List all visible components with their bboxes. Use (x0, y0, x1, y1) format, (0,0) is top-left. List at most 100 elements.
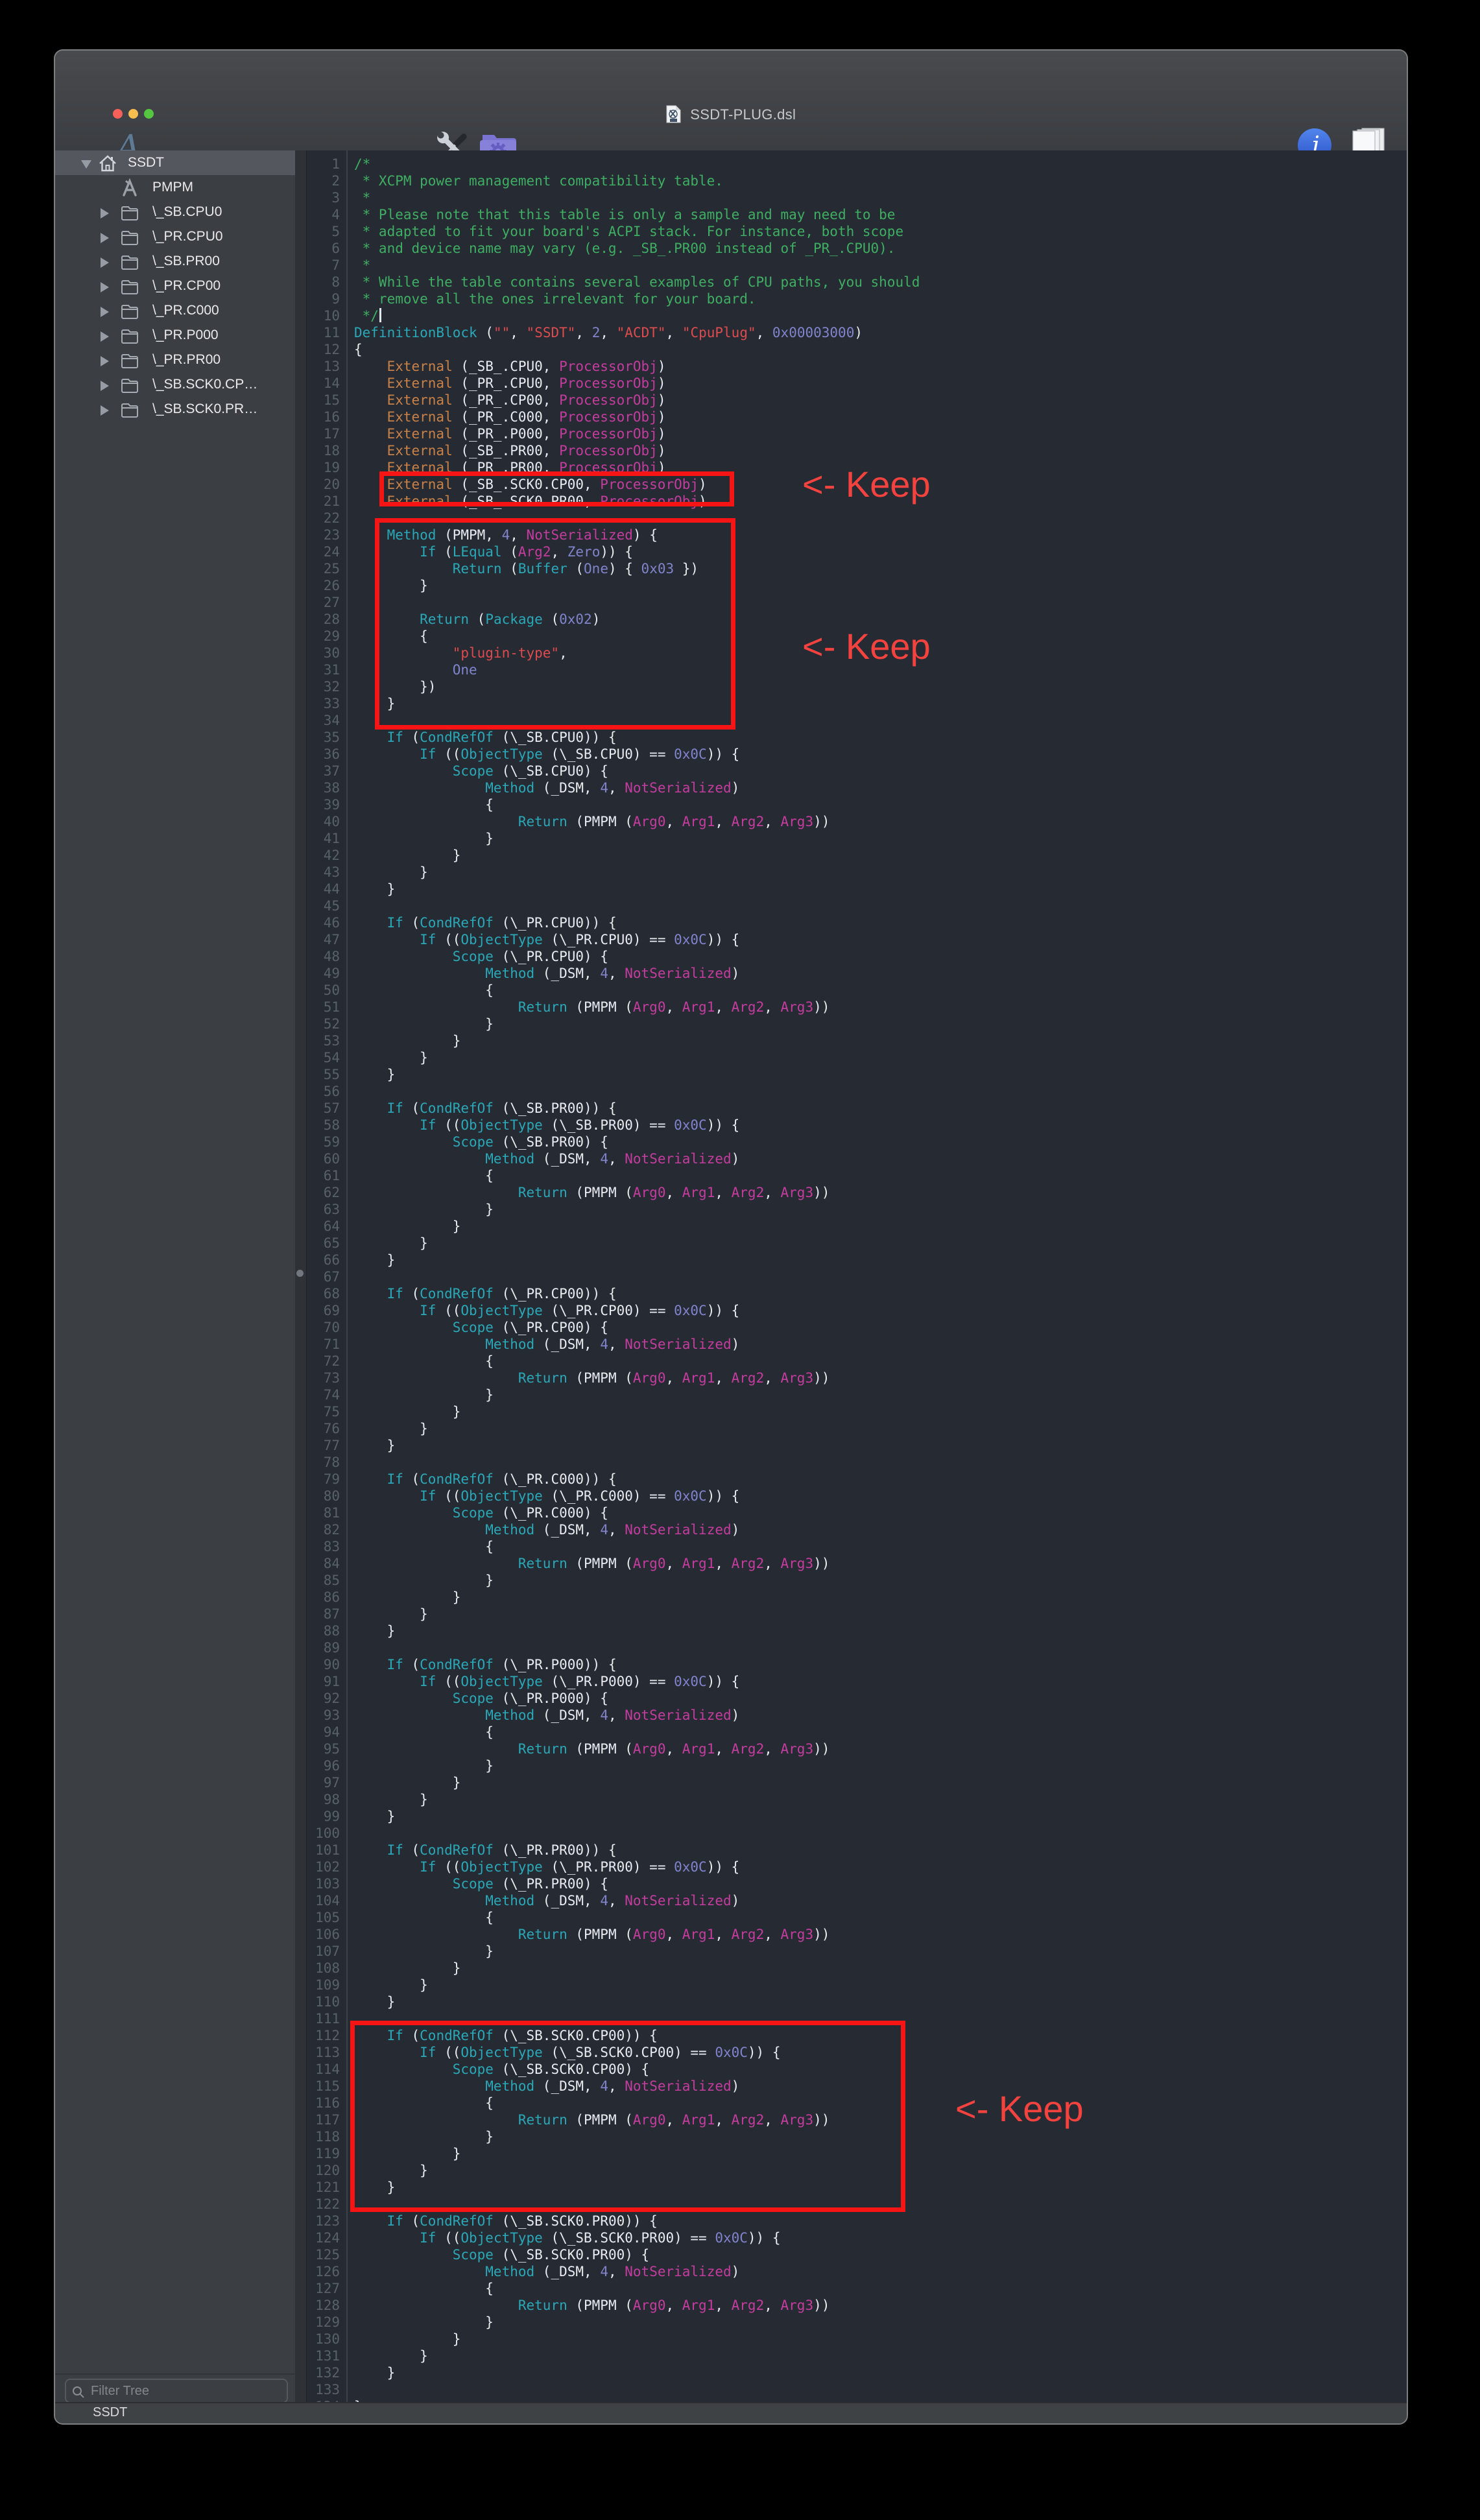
line-number: 38 (307, 779, 346, 796)
line-number: 115 (307, 2078, 346, 2095)
folder-icon (120, 203, 139, 226)
sidebar-item-label: \_PR.CP00 (152, 278, 221, 294)
code-line: } (354, 2128, 920, 2145)
line-number-gutter: 1234567891011121314151617181920212223242… (307, 150, 346, 2415)
code-line: { (354, 1167, 920, 1184)
line-number: 64 (307, 1218, 346, 1235)
line-number: 109 (307, 1977, 346, 1993)
sidebar-item-prp000[interactable]: \_PR.P000 (55, 323, 295, 348)
code-line: Scope (\_PR.C000) { (354, 1504, 920, 1521)
code-line: External (_PR_.CPU0, ProcessorObj) (354, 375, 920, 392)
line-number: 122 (307, 2196, 346, 2213)
sidebar-item-ssdt[interactable]: SSDT (55, 150, 295, 175)
status-path: SSDT (93, 2405, 127, 2419)
chevron-right-icon[interactable] (101, 356, 109, 366)
folder-icon (120, 375, 139, 399)
chevron-right-icon[interactable] (101, 405, 109, 416)
code-line: Method (_DSM, 4, NotSerialized) (354, 1707, 920, 1724)
line-number: 77 (307, 1437, 346, 1454)
sidebar-item-pmpm[interactable]: PMPM (55, 175, 295, 200)
code-line: } (354, 864, 920, 881)
line-number: 101 (307, 1842, 346, 1859)
gutter-separator (346, 150, 348, 2403)
line-number: 22 (307, 510, 346, 527)
navigator-sidebar: SSDT PMPM\_SB.CPU0\_PR.CPU0\_SB.PR00 \_PR.… (55, 150, 295, 2403)
line-number: 103 (307, 1875, 346, 1892)
code-line: If (CondRefOf (\_PR.P000)) { (354, 1656, 920, 1673)
code-line: { (354, 796, 920, 813)
chevron-down-icon[interactable] (81, 160, 91, 169)
divider-handle-icon (296, 1270, 304, 1277)
code-line: Return (Buffer (One) { 0x03 }) (354, 560, 920, 577)
code-line: } (354, 2364, 920, 2381)
line-number: 41 (307, 830, 346, 847)
code-line: External (_SB_.SCK0.CP00, ProcessorObj) (354, 476, 920, 493)
code-line: } (354, 1791, 920, 1808)
code-line: Return (PMPM (Arg0, Arg1, Arg2, Arg3)) (354, 813, 920, 830)
code-line: } (354, 1066, 920, 1083)
code-line: } (354, 1606, 920, 1623)
line-number: 98 (307, 1791, 346, 1808)
code-line: If ((ObjectType (\_SB.CPU0) == 0x0C)) { (354, 746, 920, 763)
line-number: 39 (307, 796, 346, 813)
code-line: Scope (\_PR.CPU0) { (354, 948, 920, 965)
line-number: 102 (307, 1859, 346, 1875)
chevron-right-icon[interactable] (101, 331, 109, 342)
code-line (354, 712, 920, 729)
code-line: } (354, 1218, 920, 1235)
code-line: } (354, 1032, 920, 1049)
chevron-right-icon[interactable] (101, 233, 109, 243)
code-line: Scope (\_PR.P000) { (354, 1690, 920, 1707)
chevron-right-icon[interactable] (101, 208, 109, 219)
code-line: } (354, 1252, 920, 1268)
chevron-right-icon[interactable] (101, 381, 109, 391)
sidebar-item-sbsck0cp[interactable]: \_SB.SCK0.CP… (55, 372, 295, 397)
code-line: Scope (\_SB.CPU0) { (354, 763, 920, 779)
code-line: External (_SB_.CPU0, ProcessorObj) (354, 358, 920, 375)
filter-tree-input[interactable]: Filter Tree (65, 2379, 288, 2403)
sidebar-item-sbpr00[interactable]: \_SB.PR00 (55, 249, 295, 274)
code-editor[interactable]: 1234567891011121314151617181920212223242… (306, 150, 1407, 2403)
line-number: 129 (307, 2314, 346, 2331)
line-number: 92 (307, 1690, 346, 1707)
code-line: } (354, 1420, 920, 1437)
chevron-right-icon[interactable] (101, 282, 109, 292)
code-line: } (354, 1201, 920, 1218)
line-number: 45 (307, 897, 346, 914)
line-number: 110 (307, 1993, 346, 2010)
code-line: * Please note that this table is only a … (354, 206, 920, 223)
code-line: If ((ObjectType (\_PR.PR00) == 0x0C)) { (354, 1859, 920, 1875)
line-number: 116 (307, 2095, 346, 2111)
sidebar-item-label: SSDT (128, 155, 164, 171)
sidebar-item-prcpu0[interactable]: \_PR.CPU0 (55, 224, 295, 249)
chevron-right-icon[interactable] (101, 257, 109, 268)
split-divider[interactable] (295, 150, 306, 2403)
line-number: 30 (307, 645, 346, 661)
line-number: 117 (307, 2111, 346, 2128)
chevron-right-icon[interactable] (101, 307, 109, 317)
line-number: 80 (307, 1488, 346, 1504)
line-number: 93 (307, 1707, 346, 1724)
line-number: 99 (307, 1808, 346, 1825)
code-line: }) (354, 678, 920, 695)
code-line (354, 2381, 920, 2398)
code-line: * and device name may vary (e.g. _SB_.PR… (354, 240, 920, 257)
sidebar-item-prcp00[interactable]: \_PR.CP00 (55, 274, 295, 298)
sidebar-item-prc000[interactable]: \_PR.C000 (55, 298, 295, 323)
window-toolbar: SSDT-PLUG.dsl A Fonts (55, 51, 1407, 152)
line-number: 79 (307, 1471, 346, 1488)
sidebar-item-label: \_PR.P000 (152, 327, 219, 343)
line-number: 8 (307, 274, 346, 291)
code-line: } (354, 1016, 920, 1032)
line-number: 10 (307, 307, 346, 324)
code-line: DefinitionBlock ("", "SSDT", 2, "ACDT", … (354, 324, 920, 341)
code-line (354, 1639, 920, 1656)
sidebar-item-sbcpu0[interactable]: \_SB.CPU0 (55, 200, 295, 224)
sidebar-item-prpr00[interactable]: \_PR.PR00 (55, 348, 295, 372)
line-number: 9 (307, 291, 346, 307)
sidebar-item-sbsck0pr[interactable]: \_SB.SCK0.PR… (55, 397, 295, 422)
app-window: SSDT-PLUG.dsl A Fonts (55, 51, 1407, 2423)
code-line: } (354, 1960, 920, 1977)
code-line: } (354, 1437, 920, 1454)
code-line: { (354, 341, 920, 358)
